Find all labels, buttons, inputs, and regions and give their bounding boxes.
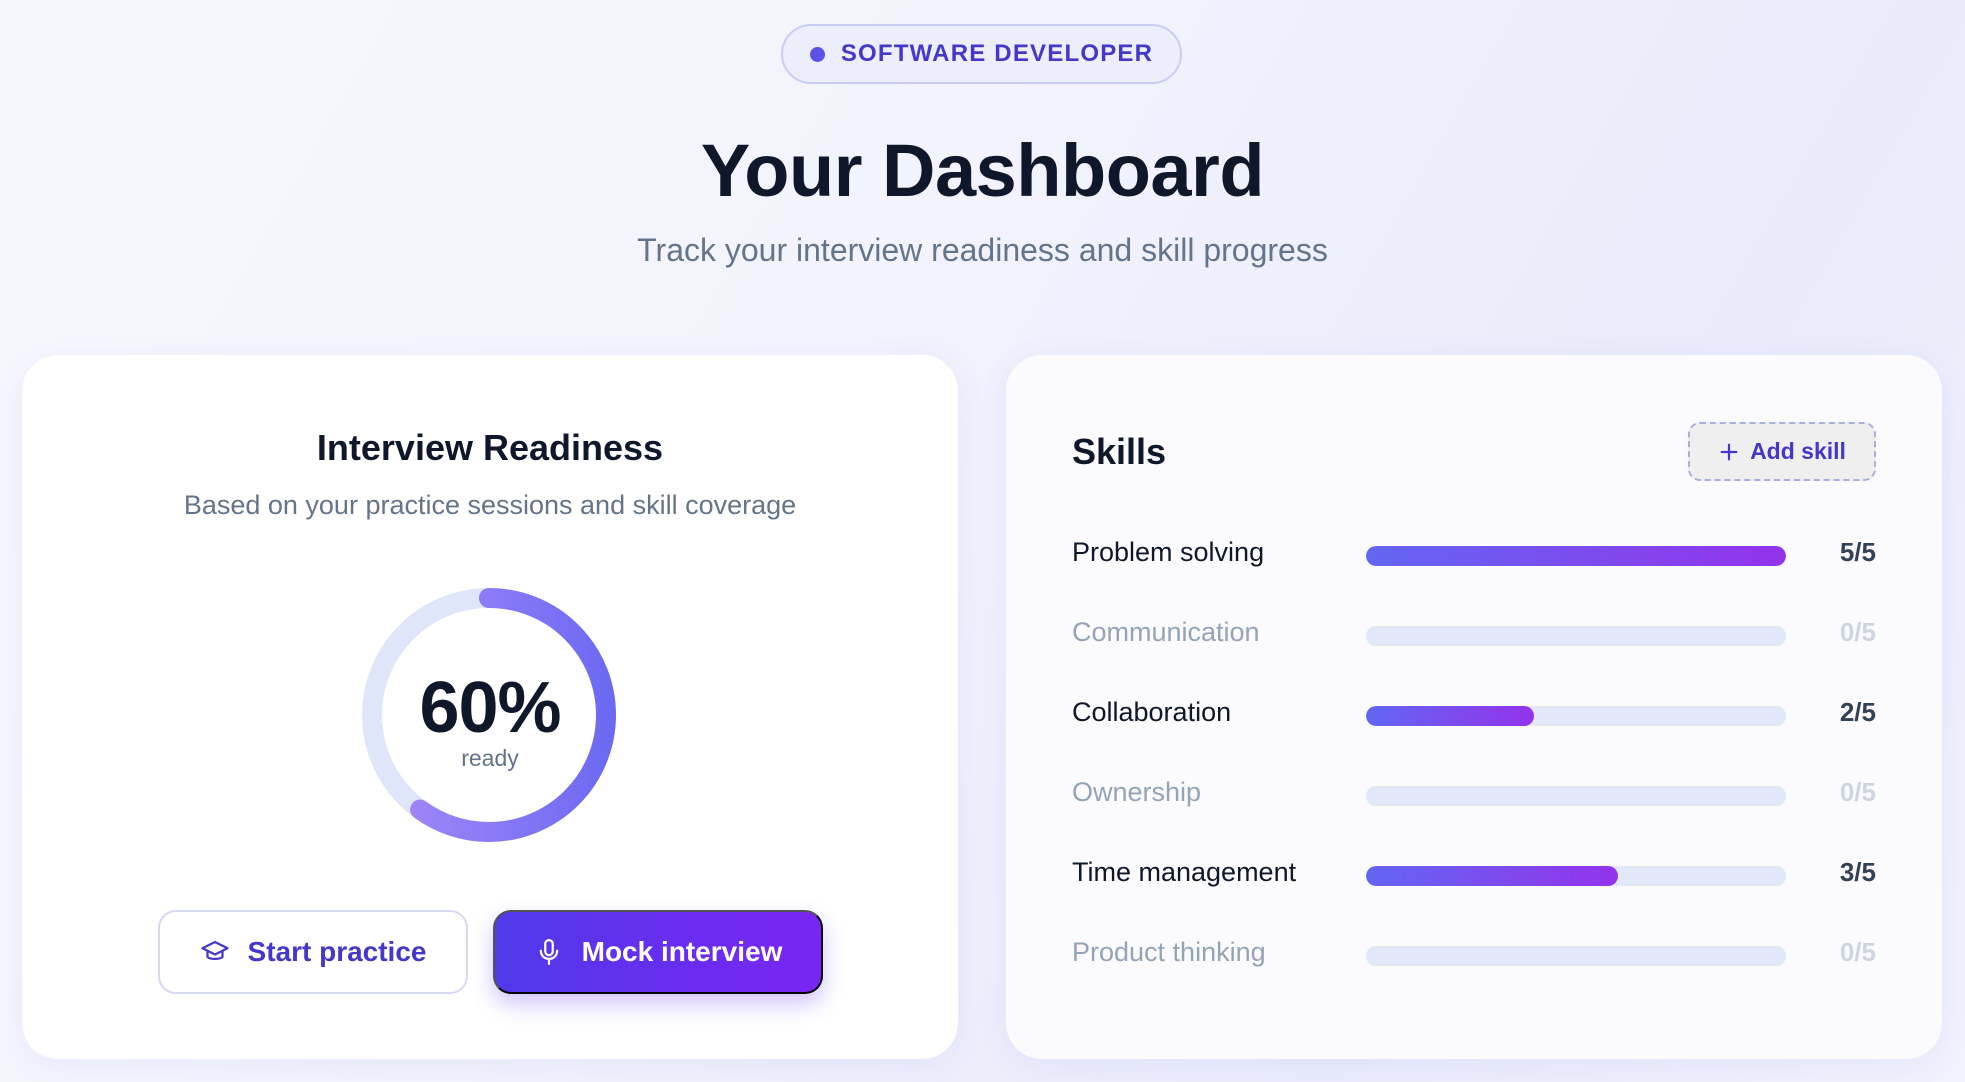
skill-progress-bar: [1366, 946, 1786, 966]
skill-name: Communication: [1072, 617, 1260, 647]
skill-progress-bar: [1366, 786, 1786, 806]
skill-progress-fill: [1366, 546, 1786, 566]
mock-interview-label: Mock interview: [581, 936, 783, 967]
skills-card: Skills Add skill Problem solving 5/5 Com…: [1006, 355, 1942, 1059]
mock-interview-button[interactable]: Mock interview: [493, 910, 823, 994]
dot-icon: [809, 46, 825, 62]
skill-name: Ownership: [1072, 777, 1202, 807]
skill-row: Problem solving 5/5: [1072, 535, 1876, 575]
page-title: Your Dashboard: [700, 129, 1265, 212]
skills-title: Skills: [1072, 431, 1167, 472]
add-skill-button[interactable]: Add skill: [1688, 422, 1876, 481]
skill-name: Collaboration: [1072, 697, 1232, 727]
readiness-title: Interview Readiness: [316, 427, 664, 468]
skill-row: Ownership 0/5: [1072, 775, 1876, 815]
skill-progress-bar: [1366, 866, 1786, 886]
skill-row: Time management 3/5: [1072, 855, 1876, 895]
skill-row: Collaboration 2/5: [1072, 695, 1876, 735]
add-skill-label: Add skill: [1750, 438, 1846, 464]
skill-score: 5/5: [1839, 537, 1876, 567]
skill-score: 0/5: [1839, 937, 1876, 967]
graduation-cap-icon: [200, 940, 229, 960]
readiness-percent: 60%: [419, 668, 561, 748]
plus-icon: [1720, 443, 1738, 460]
start-practice-label: Start practice: [247, 936, 427, 967]
skill-row: Product thinking 0/5: [1072, 935, 1876, 975]
skill-score: 3/5: [1839, 857, 1876, 887]
readiness-subtitle: Based on your practice sessions and skil…: [183, 490, 797, 520]
role-badge-label: SOFTWARE DEVELOPER: [840, 40, 1154, 67]
role-badge: SOFTWARE DEVELOPER: [781, 24, 1182, 84]
skill-progress-bar: [1366, 626, 1786, 646]
skill-score: 0/5: [1839, 777, 1876, 807]
microphone-icon: [539, 939, 558, 965]
skill-name: Product thinking: [1072, 937, 1266, 967]
readiness-card: Interview Readiness Based on your practi…: [22, 355, 958, 1059]
skill-progress-bar: [1366, 546, 1786, 566]
skill-progress-bar: [1366, 706, 1786, 726]
start-practice-button[interactable]: Start practice: [158, 910, 468, 994]
page-subtitle: Track your interview readiness and skill…: [637, 232, 1328, 268]
skill-progress-fill: [1366, 706, 1534, 726]
skill-progress-fill: [1366, 866, 1618, 886]
skill-score: 0/5: [1839, 617, 1876, 647]
readiness-status: ready: [461, 745, 519, 771]
skill-name: Problem solving: [1072, 537, 1265, 567]
skill-name: Time management: [1072, 857, 1297, 887]
skill-row: Communication 0/5: [1072, 615, 1876, 655]
skill-score: 2/5: [1839, 697, 1876, 727]
